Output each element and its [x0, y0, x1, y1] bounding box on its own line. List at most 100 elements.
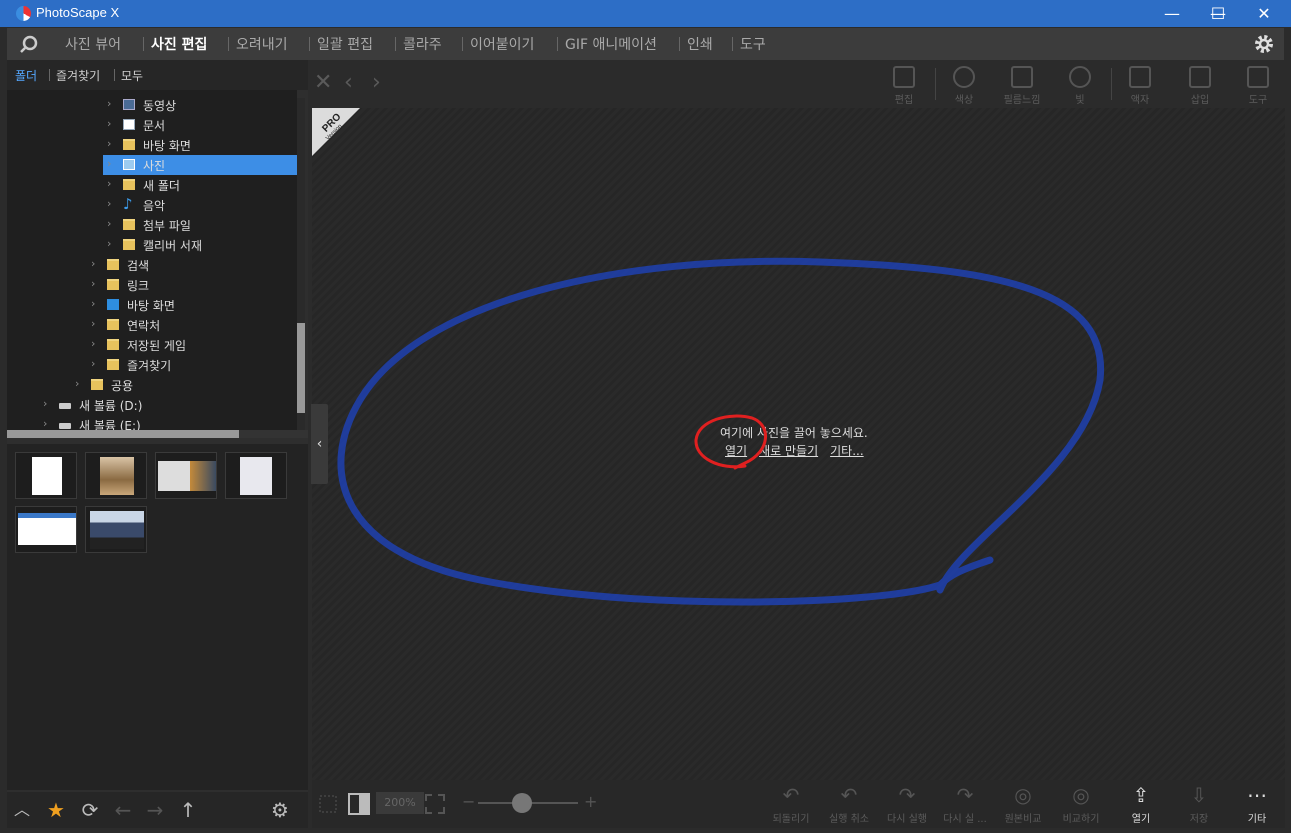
- collapse-up-icon[interactable]: ︿: [11, 799, 33, 821]
- expand-chevron-icon[interactable]: ›: [107, 97, 111, 110]
- redo-all-button[interactable]: ↷ 다시 실 ...: [940, 784, 990, 825]
- tree-item[interactable]: › 링크: [7, 275, 297, 295]
- tool-frame[interactable]: 액자: [1118, 64, 1162, 108]
- tree-item[interactable]: › 문서: [7, 115, 297, 135]
- thumbnail[interactable]: [85, 506, 147, 553]
- menu-item[interactable]: GIF 애니메이션: [565, 34, 657, 54]
- maximize-button[interactable]: ☐: [1195, 0, 1241, 27]
- open-link[interactable]: 열기: [725, 444, 747, 458]
- menu-item[interactable]: 일괄 편집: [317, 34, 373, 54]
- expand-chevron-icon[interactable]: ›: [91, 337, 95, 350]
- tree-item-label: 연락처: [127, 319, 161, 333]
- menu-item[interactable]: 사진 뷰어: [65, 34, 121, 54]
- menu-item[interactable]: 도구: [740, 34, 766, 54]
- split-view-icon[interactable]: [348, 793, 370, 815]
- tree-item[interactable]: › 저장된 게임: [7, 335, 297, 355]
- tree-item[interactable]: › 연락처: [7, 315, 297, 335]
- thumbnail[interactable]: [85, 452, 147, 499]
- save-button[interactable]: ⇩ 저장: [1174, 784, 1224, 825]
- compare2-button[interactable]: ◎ 비교하기: [1056, 784, 1106, 825]
- zoom-slider-knob[interactable]: [512, 793, 532, 813]
- tree-item[interactable]: › 동영상: [7, 95, 297, 115]
- tab-all[interactable]: 모두: [121, 67, 143, 84]
- expand-chevron-icon[interactable]: ›: [107, 117, 111, 130]
- more-button[interactable]: ⋯ 기타: [1232, 784, 1282, 825]
- menu-item[interactable]: 이어붙이기: [470, 34, 534, 54]
- refresh-icon[interactable]: ⟳: [79, 799, 101, 821]
- tree-item[interactable]: › 새 폴더: [7, 175, 297, 195]
- redo-button[interactable]: ↷ 다시 실행: [882, 784, 932, 825]
- close-button[interactable]: ✕: [1241, 0, 1287, 27]
- undo-button[interactable]: ↶ 실행 취소: [824, 784, 874, 825]
- tree-item[interactable]: › 사진: [103, 155, 297, 175]
- thumbnail[interactable]: [15, 506, 77, 553]
- fit-screen-icon[interactable]: [424, 793, 446, 815]
- new-link[interactable]: 새로 만들기: [759, 444, 818, 458]
- home-icon[interactable]: [19, 35, 39, 53]
- expand-chevron-icon[interactable]: ›: [43, 397, 47, 410]
- expand-chevron-icon[interactable]: ›: [75, 377, 79, 390]
- revert-button[interactable]: ↶ 되돌리기: [766, 784, 816, 825]
- expand-chevron-icon[interactable]: ›: [91, 277, 95, 290]
- zoom-level[interactable]: 200%: [376, 792, 424, 814]
- tree-item[interactable]: › 캘리버 서재: [7, 235, 297, 255]
- expand-chevron-icon[interactable]: ›: [91, 297, 95, 310]
- expand-chevron-icon[interactable]: ›: [107, 157, 111, 170]
- tree-item[interactable]: › 바탕 화면: [7, 295, 297, 315]
- menu-item[interactable]: 콜라주: [403, 34, 442, 54]
- zoom-in-icon[interactable]: +: [584, 792, 597, 811]
- thumbnail[interactable]: [155, 452, 217, 499]
- expand-chevron-icon[interactable]: ›: [107, 217, 111, 230]
- tree-item[interactable]: › ♪ 음악: [7, 195, 297, 215]
- minimize-button-2[interactable]: —: [1149, 0, 1195, 27]
- more-link[interactable]: 기타...: [830, 444, 864, 458]
- expand-chevron-icon[interactable]: ›: [91, 357, 95, 370]
- tool-light[interactable]: 빛: [1058, 64, 1102, 108]
- expand-chevron-icon[interactable]: ›: [43, 417, 47, 430]
- expand-chevron-icon[interactable]: ›: [107, 177, 111, 190]
- open-button[interactable]: ⇪ 열기: [1116, 784, 1166, 825]
- thumbnail[interactable]: [15, 452, 77, 499]
- tree-item[interactable]: › 새 볼륨 (E:): [7, 415, 297, 430]
- tool-edit[interactable]: 편집: [882, 64, 926, 108]
- grid-select-icon[interactable]: [318, 794, 338, 814]
- menu-item[interactable]: 사진 편집: [151, 34, 207, 54]
- tree-item-label: 바탕 화면: [143, 139, 191, 153]
- tree-item[interactable]: › 검색: [7, 255, 297, 275]
- expand-chevron-icon[interactable]: ›: [107, 137, 111, 150]
- favorite-star-icon[interactable]: ★: [45, 799, 67, 821]
- tool-film-effect[interactable]: 필름느낌: [1000, 64, 1044, 108]
- folder-icon: [123, 179, 135, 190]
- tree-item[interactable]: › 공용: [7, 375, 297, 395]
- settings-gear-icon[interactable]: [1252, 32, 1276, 56]
- expand-chevron-icon[interactable]: ›: [91, 257, 95, 270]
- tool-tools[interactable]: 도구: [1236, 64, 1280, 108]
- zoom-out-icon[interactable]: −: [462, 792, 475, 811]
- close-photo-icon[interactable]: ✕: [314, 70, 332, 95]
- up-arrow-icon[interactable]: ↑: [177, 799, 199, 821]
- back-arrow-icon[interactable]: ←: [112, 799, 134, 821]
- menu-item[interactable]: 인쇄: [687, 34, 713, 54]
- expand-chevron-icon[interactable]: ›: [107, 237, 111, 250]
- forward-arrow-icon[interactable]: →: [144, 799, 166, 821]
- compare-button[interactable]: ◎ 원본비교: [998, 784, 1048, 825]
- tool-insert[interactable]: 삽입: [1178, 64, 1222, 108]
- tab-folder[interactable]: 폴더: [15, 67, 37, 84]
- tree-item[interactable]: › 첨부 파일: [7, 215, 297, 235]
- tree-item[interactable]: › 새 볼륨 (D:): [7, 395, 297, 415]
- tool-color[interactable]: 색상: [942, 64, 986, 108]
- tree-item[interactable]: › 바탕 화면: [7, 135, 297, 155]
- tree-item[interactable]: › 즐겨찾기: [7, 355, 297, 375]
- thumbnail[interactable]: [225, 452, 287, 499]
- next-photo-icon[interactable]: ›: [372, 70, 381, 95]
- panel-settings-gear-icon[interactable]: ⚙: [269, 799, 291, 821]
- collapse-panel-chevron-icon[interactable]: ‹: [311, 404, 328, 484]
- expand-chevron-icon[interactable]: ›: [107, 197, 111, 210]
- tab-favorites[interactable]: 즐겨찾기: [56, 67, 100, 84]
- expand-chevron-icon[interactable]: ›: [91, 317, 95, 330]
- tree-horizontal-scrollbar[interactable]: [7, 430, 308, 438]
- tree-vertical-scrollbar[interactable]: [297, 98, 305, 438]
- window-title: PhotoScape X: [36, 5, 120, 20]
- prev-photo-icon[interactable]: ‹: [344, 70, 353, 95]
- menu-item[interactable]: 오려내기: [236, 34, 288, 54]
